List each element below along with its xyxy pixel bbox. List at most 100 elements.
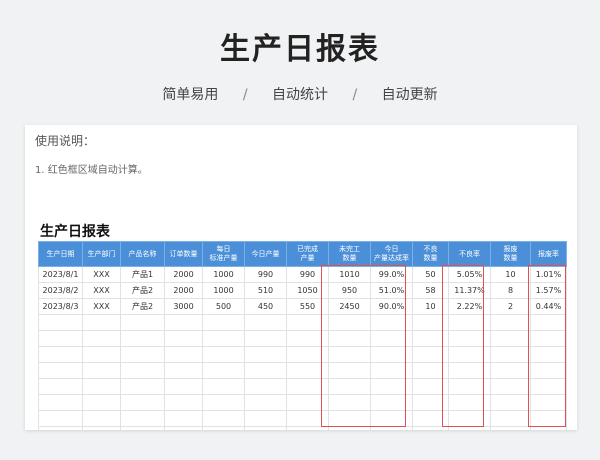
table-cell[interactable]: 550	[286, 298, 329, 315]
table-cell[interactable]	[490, 378, 531, 395]
table-cell[interactable]	[328, 410, 371, 427]
table-cell[interactable]: 1000	[202, 282, 245, 299]
table-cell[interactable]	[82, 394, 121, 411]
table-cell[interactable]	[38, 362, 83, 379]
table-cell[interactable]	[448, 378, 491, 395]
table-cell[interactable]	[164, 346, 203, 363]
table-cell[interactable]	[286, 410, 329, 427]
table-cell[interactable]	[412, 378, 449, 395]
table-cell[interactable]	[164, 314, 203, 331]
table-cell[interactable]: 990	[244, 266, 287, 283]
table-cell[interactable]	[244, 394, 287, 411]
table-cell[interactable]	[530, 362, 567, 379]
table-cell[interactable]	[202, 378, 245, 395]
table-cell[interactable]: 1050	[286, 282, 329, 299]
table-cell[interactable]	[530, 426, 567, 430]
table-cell[interactable]: 2000	[164, 266, 203, 283]
table-cell[interactable]: 450	[244, 298, 287, 315]
table-cell[interactable]	[328, 426, 371, 430]
table-cell[interactable]	[120, 410, 165, 427]
table-cell[interactable]	[448, 394, 491, 411]
table-cell[interactable]	[38, 314, 83, 331]
table-cell[interactable]	[38, 410, 83, 427]
table-cell[interactable]	[530, 394, 567, 411]
table-cell[interactable]: 510	[244, 282, 287, 299]
table-cell[interactable]: 2023/8/1	[38, 266, 83, 283]
table-cell[interactable]	[448, 362, 491, 379]
table-cell[interactable]	[120, 378, 165, 395]
table-cell[interactable]	[530, 346, 567, 363]
table-cell[interactable]: 1010	[328, 266, 371, 283]
table-cell[interactable]	[328, 362, 371, 379]
table-cell[interactable]	[244, 330, 287, 347]
table-cell[interactable]	[490, 410, 531, 427]
table-cell[interactable]: 500	[202, 298, 245, 315]
table-cell[interactable]: 2.22%	[448, 298, 491, 315]
table-cell[interactable]	[202, 362, 245, 379]
table-cell[interactable]: 产品2	[120, 298, 165, 315]
table-cell[interactable]	[530, 314, 567, 331]
table-cell[interactable]	[38, 426, 83, 430]
table-cell[interactable]	[490, 346, 531, 363]
table-cell[interactable]	[82, 346, 121, 363]
table-cell[interactable]: 990	[286, 266, 329, 283]
table-cell[interactable]	[370, 378, 413, 395]
table-cell[interactable]	[490, 314, 531, 331]
table-cell[interactable]	[412, 330, 449, 347]
table-cell[interactable]	[120, 314, 165, 331]
table-cell[interactable]: 51.0%	[370, 282, 413, 299]
table-cell[interactable]	[38, 346, 83, 363]
table-cell[interactable]	[120, 346, 165, 363]
table-cell[interactable]	[286, 330, 329, 347]
table-cell[interactable]	[412, 426, 449, 430]
table-cell[interactable]: 2450	[328, 298, 371, 315]
table-cell[interactable]: XXX	[82, 298, 121, 315]
table-cell[interactable]	[448, 410, 491, 427]
table-cell[interactable]: 0.44%	[530, 298, 567, 315]
table-cell[interactable]	[370, 362, 413, 379]
table-cell[interactable]	[38, 330, 83, 347]
table-cell[interactable]	[202, 314, 245, 331]
table-cell[interactable]	[412, 314, 449, 331]
table-cell[interactable]	[286, 362, 329, 379]
table-cell[interactable]	[286, 394, 329, 411]
table-cell[interactable]	[412, 362, 449, 379]
table-cell[interactable]	[328, 378, 371, 395]
table-cell[interactable]	[202, 346, 245, 363]
table-cell[interactable]	[530, 378, 567, 395]
table-cell[interactable]	[530, 330, 567, 347]
table-cell[interactable]	[412, 394, 449, 411]
table-cell[interactable]	[448, 426, 491, 430]
table-cell[interactable]	[370, 314, 413, 331]
table-cell[interactable]: 3000	[164, 298, 203, 315]
table-cell[interactable]	[448, 314, 491, 331]
table-cell[interactable]	[530, 410, 567, 427]
table-cell[interactable]	[82, 378, 121, 395]
table-cell[interactable]	[412, 346, 449, 363]
table-cell[interactable]	[244, 378, 287, 395]
table-cell[interactable]	[38, 378, 83, 395]
table-cell[interactable]	[120, 394, 165, 411]
table-cell[interactable]	[490, 330, 531, 347]
table-cell[interactable]: 99.0%	[370, 266, 413, 283]
table-cell[interactable]	[120, 330, 165, 347]
table-cell[interactable]	[244, 410, 287, 427]
table-cell[interactable]	[244, 362, 287, 379]
table-cell[interactable]: 2	[490, 298, 531, 315]
table-cell[interactable]	[370, 426, 413, 430]
table-cell[interactable]	[164, 378, 203, 395]
table-cell[interactable]	[244, 426, 287, 430]
table-cell[interactable]	[120, 426, 165, 430]
table-cell[interactable]	[328, 394, 371, 411]
table-cell[interactable]: 1000	[202, 266, 245, 283]
table-cell[interactable]	[370, 330, 413, 347]
table-cell[interactable]: 10	[490, 266, 531, 283]
table-cell[interactable]	[412, 410, 449, 427]
table-cell[interactable]	[370, 346, 413, 363]
table-cell[interactable]	[328, 346, 371, 363]
table-cell[interactable]	[202, 410, 245, 427]
table-cell[interactable]: 90.0%	[370, 298, 413, 315]
table-cell[interactable]	[328, 314, 371, 331]
table-cell[interactable]	[490, 394, 531, 411]
table-cell[interactable]	[370, 394, 413, 411]
